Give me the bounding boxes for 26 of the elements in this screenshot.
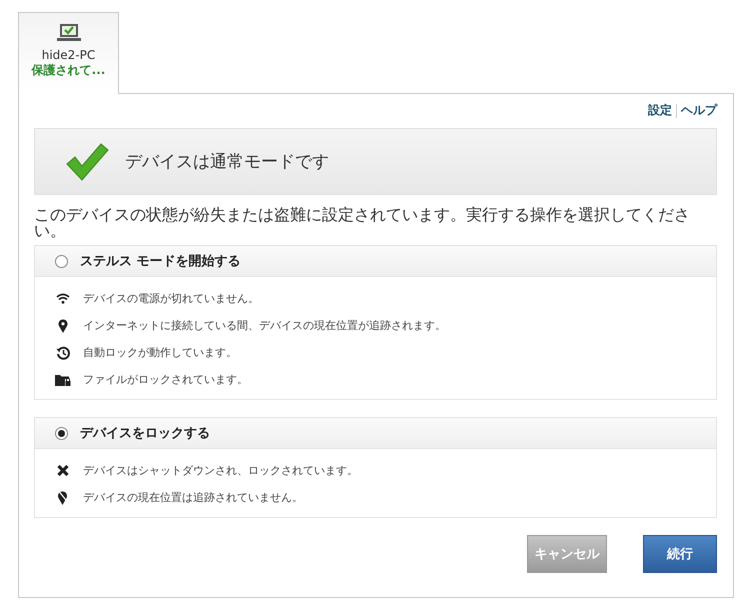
option-label: ステルス モードを開始する — [80, 253, 241, 270]
checkmark-icon — [65, 142, 109, 182]
cross-icon — [55, 464, 71, 477]
banner-title: デバイスは通常モードです — [125, 151, 329, 173]
history-clock-icon — [55, 346, 71, 360]
option-detail-text: ファイルがロックされています。 — [83, 372, 248, 387]
option-detail-text: インターネットに接続している間、デバイスの現在位置が追跡されます。 — [83, 318, 446, 333]
settings-link[interactable]: 設定 — [648, 102, 672, 119]
device-name: hide2-PC — [42, 48, 96, 62]
option-detail-text: デバイスはシャットダウンされ、ロックされています。 — [83, 463, 358, 478]
help-link[interactable]: ヘルプ — [681, 102, 717, 119]
wifi-icon — [55, 293, 71, 304]
radio-button[interactable] — [55, 254, 68, 268]
option-label: デバイスをロックする — [80, 425, 210, 442]
description-text: このデバイスの状態が紛失または盗難に設定されています。実行する操作を選択してください。 — [34, 207, 691, 239]
locked-folder-icon — [55, 374, 71, 386]
option-header[interactable]: ステルス モードを開始する — [35, 246, 716, 277]
option-detail-text: 自動ロックが動作しています。 — [83, 345, 237, 360]
device-tab[interactable]: hide2-PC 保護されて... — [18, 12, 119, 94]
option-detail-text: デバイスの電源が切れていません。 — [83, 291, 259, 306]
device-status: 保護されて... — [32, 62, 106, 79]
radio-button[interactable] — [55, 426, 68, 440]
option-detail-text: デバイスの現在位置は追跡されていません。 — [83, 490, 303, 505]
laptop-check-icon — [56, 23, 82, 43]
option-header[interactable]: デバイスをロックする — [35, 418, 716, 449]
continue-button[interactable]: 続行 — [643, 535, 717, 573]
